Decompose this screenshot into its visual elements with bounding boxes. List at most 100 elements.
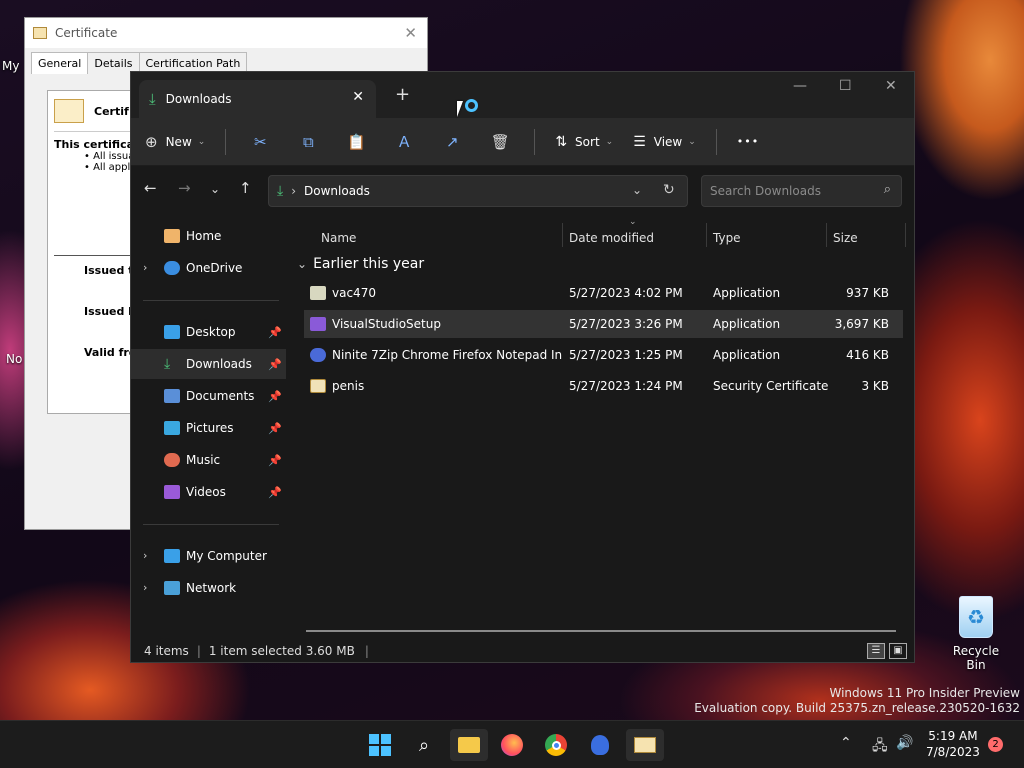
show-hidden-icons-icon[interactable]: ⌃ <box>840 735 852 751</box>
sidebar-item-documents[interactable]: Documents 📌 <box>131 381 286 411</box>
sidebar-item-desktop[interactable]: Desktop 📌 <box>131 317 286 347</box>
column-divider[interactable] <box>562 223 563 247</box>
group-title: Earlier this year <box>313 256 425 272</box>
recycle-bin[interactable]: ♻ Recycle Bin <box>944 596 1008 672</box>
network-icon[interactable]: 🖧 <box>872 735 888 759</box>
certificate-seal-icon <box>54 99 84 123</box>
column-divider[interactable] <box>706 223 707 247</box>
volume-icon[interactable]: 🔊 <box>896 735 913 751</box>
delete-icon[interactable]: 🗑 <box>486 133 514 151</box>
column-header-type[interactable]: Type <box>713 231 741 245</box>
column-divider[interactable] <box>826 223 827 247</box>
sidebar-item-onedrive[interactable]: OneDrive <box>131 253 286 283</box>
pin-icon[interactable]: 📌 <box>268 390 282 403</box>
new-button[interactable]: ⊕ New ⌄ <box>145 133 205 151</box>
minimize-icon[interactable]: — <box>793 78 807 94</box>
certificate-icon <box>310 379 326 393</box>
certificate-icon <box>634 737 656 753</box>
tab-title: Downloads <box>165 92 232 106</box>
computer-icon <box>164 549 180 563</box>
refresh-icon[interactable]: ↻ <box>663 182 675 198</box>
taskbar-app[interactable] <box>584 729 616 761</box>
clock-date: 7/8/2023 <box>926 745 980 759</box>
maximize-icon[interactable]: ☐ <box>839 78 852 94</box>
sidebar-item-label: Downloads <box>186 357 252 371</box>
pin-icon[interactable]: 📌 <box>268 422 282 435</box>
taskbar-certificate[interactable] <box>626 729 664 761</box>
view-button[interactable]: ☰ View ⌄ <box>633 134 696 150</box>
file-row[interactable]: penis 5/27/2023 1:24 PM Security Certifi… <box>304 372 903 400</box>
file-row[interactable]: Ninite 7Zip Chrome Firefox Notepad Inst.… <box>304 341 903 369</box>
file-type: Application <box>713 286 781 300</box>
search-button[interactable]: ⌕ <box>408 729 440 761</box>
sidebar-item-downloads[interactable]: ⤓ Downloads 📌 <box>131 349 286 379</box>
tiles-view-icon[interactable]: ▣ <box>889 643 907 659</box>
certificate-icon <box>33 27 47 39</box>
sort-label: Sort <box>575 134 600 149</box>
file-row[interactable]: vac470 5/27/2023 4:02 PM Application 937… <box>304 279 903 307</box>
sidebar-item-music[interactable]: Music 📌 <box>131 445 286 475</box>
taskbar-chrome[interactable] <box>540 729 572 761</box>
file-explorer-window[interactable]: ⤓ Downloads ✕ + — ☐ ✕ ⊕ New ⌄ ✂ ⧉ 📋 Ａ ↗ … <box>130 71 915 663</box>
pin-icon[interactable]: 📌 <box>268 326 282 339</box>
sidebar-item-home[interactable]: Home <box>131 221 286 251</box>
more-options-button[interactable]: ••• <box>737 135 759 148</box>
start-button[interactable] <box>364 729 396 761</box>
sidebar-item-videos[interactable]: Videos 📌 <box>131 477 286 507</box>
new-tab-icon[interactable]: + <box>395 84 410 105</box>
breadcrumb-downloads[interactable]: Downloads <box>304 184 370 198</box>
rename-icon[interactable]: Ａ <box>390 131 418 152</box>
close-tab-icon[interactable]: ✕ <box>352 89 364 105</box>
column-divider[interactable] <box>905 223 906 247</box>
horizontal-scrollbar[interactable] <box>306 630 896 632</box>
group-header[interactable]: ⌄ Earlier this year <box>297 256 424 272</box>
taskbar-file-explorer[interactable] <box>450 729 488 761</box>
address-history-chevron-icon[interactable]: ⌄ <box>632 183 642 197</box>
explorer-titlebar[interactable]: ⤓ Downloads ✕ + — ☐ ✕ <box>131 72 914 118</box>
certificate-titlebar[interactable]: Certificate <box>25 18 427 48</box>
notification-badge[interactable]: 2 <box>988 737 1003 752</box>
column-header-name[interactable]: Name <box>321 231 356 245</box>
sort-button[interactable]: ⇅ Sort ⌄ <box>555 134 613 150</box>
status-bar: 4 items | 1 item selected 3.60 MB | ☰ ▣ <box>131 637 914 662</box>
up-icon[interactable]: ↑ <box>239 179 252 197</box>
file-row[interactable]: VisualStudioSetup 5/27/2023 3:26 PM Appl… <box>304 310 903 338</box>
tab-downloads[interactable]: ⤓ Downloads ✕ <box>139 80 376 118</box>
back-icon[interactable]: ← <box>144 179 157 197</box>
tab-general[interactable]: General <box>31 52 89 74</box>
sidebar-item-network[interactable]: Network <box>131 573 286 603</box>
blue-drop-icon <box>591 735 609 755</box>
recent-locations-chevron-icon[interactable]: ⌄ <box>210 182 220 196</box>
taskbar-firefox[interactable] <box>496 729 528 761</box>
file-size: 3 KB <box>861 379 889 393</box>
sidebar-divider <box>143 300 279 301</box>
pin-icon[interactable]: 📌 <box>268 486 282 499</box>
column-header-date[interactable]: Date modified <box>569 231 654 245</box>
cut-icon[interactable]: ✂ <box>246 133 274 151</box>
desktop-icon <box>164 325 180 339</box>
copy-icon[interactable]: ⧉ <box>294 133 322 151</box>
sidebar-item-my-computer[interactable]: My Computer <box>131 541 286 571</box>
navigation-pane: Home › OneDrive Desktop 📌 ⤓ Downloads 📌 … <box>131 217 289 637</box>
desktop-icon-label[interactable]: My <box>2 59 19 73</box>
pin-icon[interactable]: 📌 <box>268 454 282 467</box>
sidebar-item-pictures[interactable]: Pictures 📌 <box>131 413 286 443</box>
forward-icon[interactable]: → <box>178 179 191 197</box>
pin-icon[interactable]: 📌 <box>268 358 282 371</box>
paste-icon[interactable]: 📋 <box>342 133 370 151</box>
close-icon[interactable]: ✕ <box>885 78 897 94</box>
details-view-icon[interactable]: ☰ <box>867 643 885 659</box>
clock[interactable]: 5:19 AM 7/8/2023 <box>926 728 980 760</box>
file-list: Name Date modified ⌄ Type Size ⌄ Earlier… <box>291 217 914 637</box>
search-input[interactable]: Search Downloads ⌕ <box>701 175 902 207</box>
desktop-icon-label[interactable]: No <box>6 352 22 366</box>
file-date: 5/27/2023 1:25 PM <box>569 348 683 362</box>
share-icon[interactable]: ↗ <box>438 133 466 151</box>
column-header-size[interactable]: Size <box>833 231 858 245</box>
sidebar-divider <box>143 524 279 525</box>
close-icon[interactable]: ✕ <box>404 24 417 42</box>
address-bar[interactable]: ⤓ › Downloads ⌄ ↻ <box>268 175 688 207</box>
navigation-bar: ← → ⌄ ↑ ⤓ › Downloads ⌄ ↻ Search Downloa… <box>131 166 914 216</box>
sidebar-item-label: Videos <box>186 485 226 499</box>
file-type: Application <box>713 348 781 362</box>
